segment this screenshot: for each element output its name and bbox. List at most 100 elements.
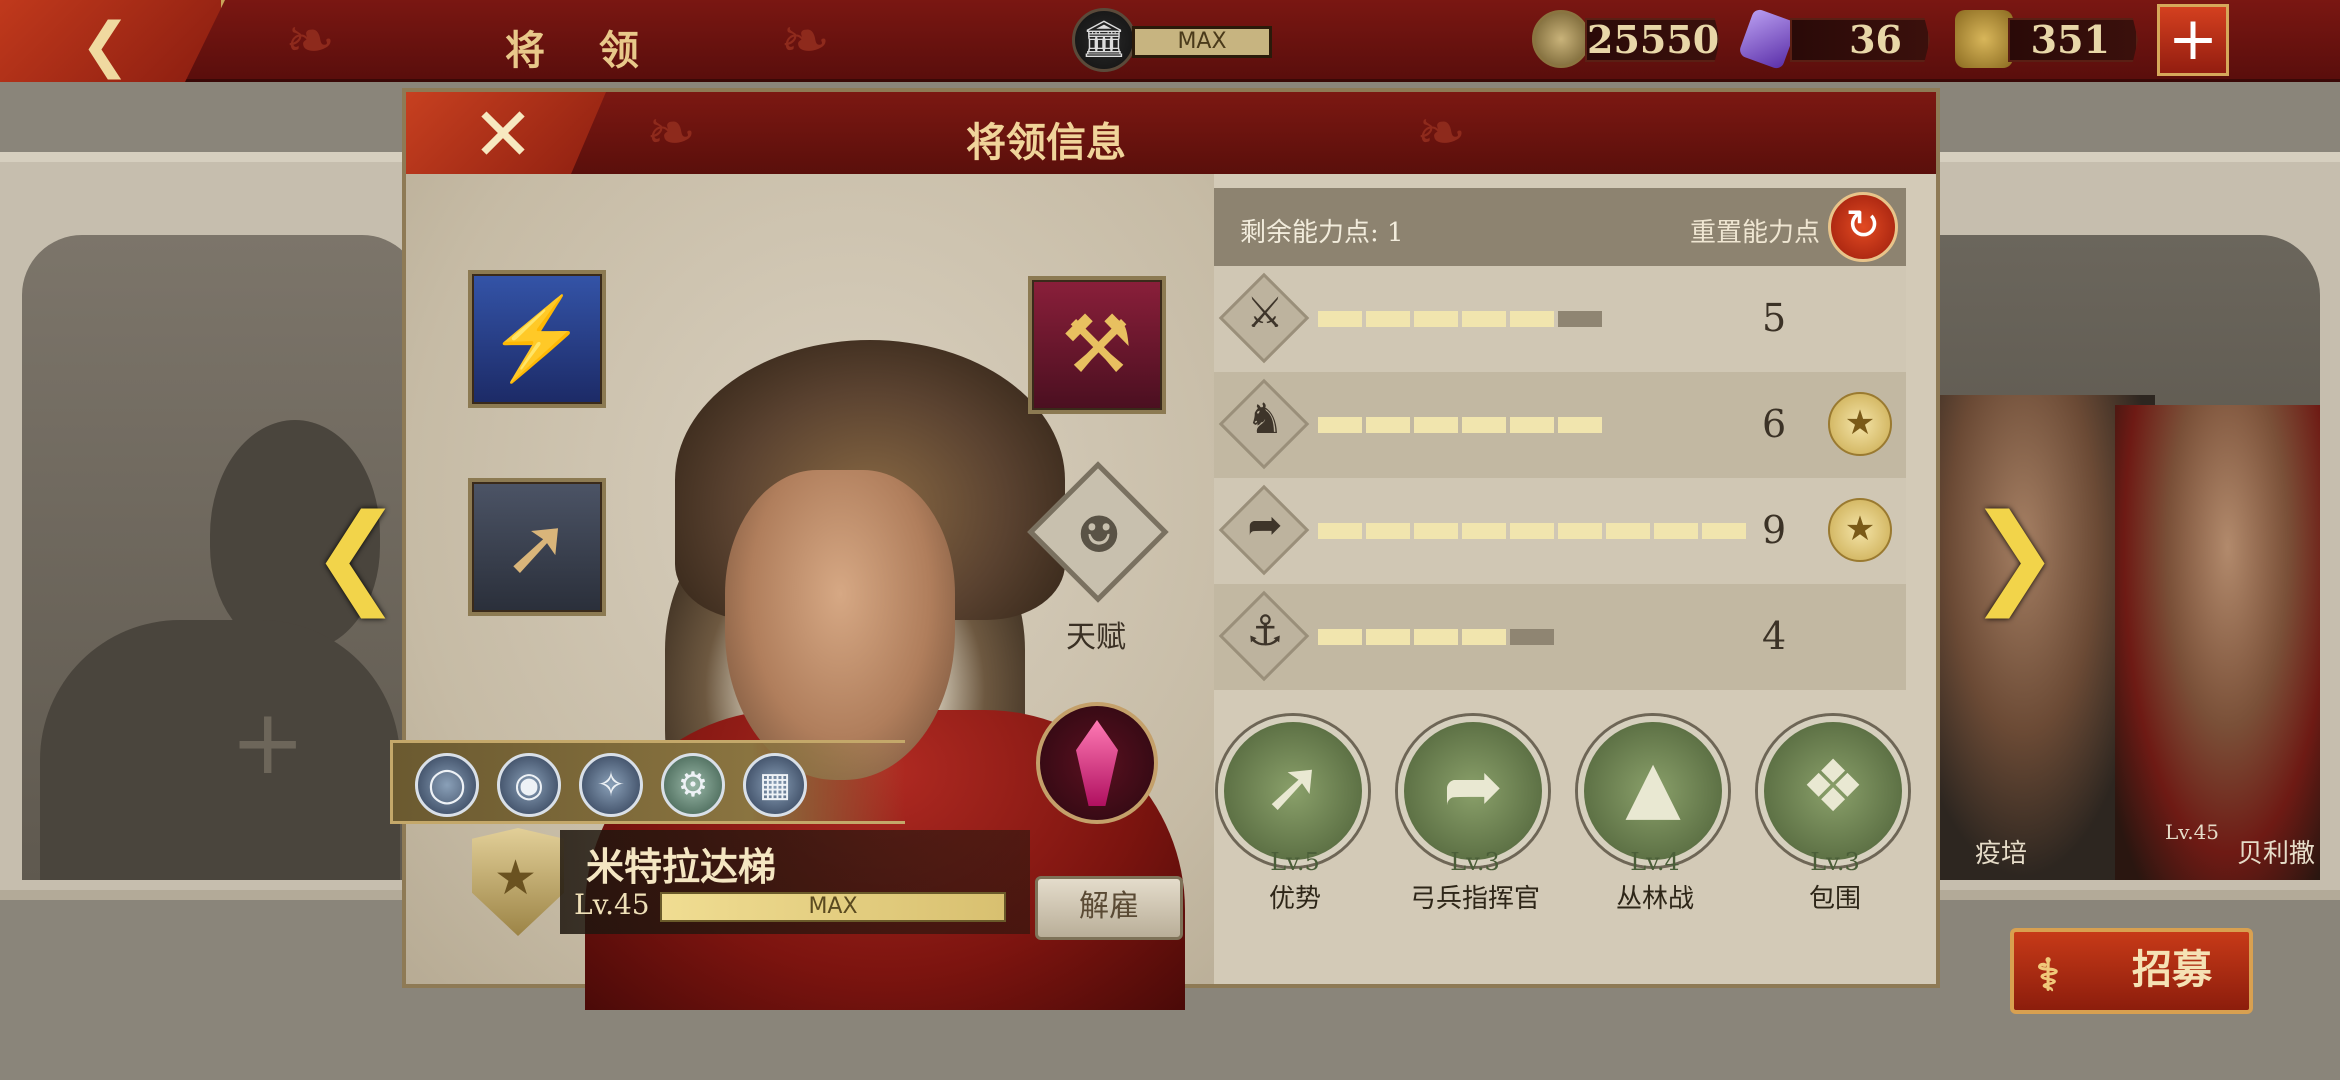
general-name: 疫培 [1975, 839, 2028, 869]
recruit-button[interactable]: ⚕ 招募 [2010, 928, 2253, 1014]
stat-segment-filled [1366, 417, 1410, 433]
gem-slot[interactable] [1036, 702, 1158, 824]
general-silhouette [40, 420, 400, 880]
stat-segment-filled [1318, 629, 1362, 645]
stat-segment-filled [1606, 523, 1650, 539]
laurel-badge-icon: ★ [1828, 392, 1892, 456]
bow-icon: ➦ [1247, 500, 1283, 549]
dialog-title: 将领信息 [966, 119, 1126, 166]
back-button[interactable]: ❮ [0, 0, 225, 82]
stat-segment-filled [1462, 311, 1506, 327]
xp-bar: MAX [660, 892, 1006, 922]
encircle-icon: ❖ [1800, 744, 1866, 828]
laurel-icon: ❧ [285, 6, 336, 76]
add-resource-button[interactable]: + [2157, 4, 2229, 76]
stat-segment-filled [1318, 311, 1362, 327]
stat-segment-filled [1414, 417, 1458, 433]
weapon-slot[interactable]: ➚ [468, 478, 606, 616]
tactic-level: Lv.3 [1810, 848, 1860, 876]
lightning-banner-icon: ⚡ [487, 292, 587, 385]
laurel-icon: ❧ [1416, 98, 1467, 168]
tactic-name: 弓兵指挥官 [1409, 884, 1540, 914]
dismiss-button[interactable]: 解雇 [1035, 876, 1183, 940]
building-level-bar: MAX [1132, 26, 1272, 58]
previous-general-icon[interactable]: ❮ [310, 490, 402, 618]
page-title: 将 领 [505, 27, 659, 74]
shield-skill-icon[interactable]: ◯ [415, 753, 479, 817]
stat-row-cavalry[interactable]: ♞ 6 ★ [1214, 372, 1906, 478]
remaining-points-label: 剩余能力点: 1 [1240, 218, 1404, 248]
stat-segment-filled [1462, 523, 1506, 539]
stat-row-navy[interactable]: ⚓ 4 [1214, 584, 1906, 690]
trees-icon: ▲ [1625, 744, 1681, 828]
stat-segment-filled [1510, 523, 1554, 539]
stat-segment-filled [1366, 629, 1410, 645]
horse-icon: ♞ [1246, 394, 1284, 443]
stat-segment-empty [1510, 629, 1554, 645]
stat-row-infantry[interactable]: ⚔ 5 [1214, 266, 1906, 372]
armor-slot[interactable]: ⚒ [1028, 276, 1166, 414]
stat-value: 9 [1762, 508, 1787, 552]
stat-segment-filled [1462, 417, 1506, 433]
bow-icon: ➦ [1442, 744, 1504, 828]
coin-count: 25550 [1585, 17, 1720, 62]
general-name: 贝利撒 [2237, 839, 2316, 869]
laurel-icon: ❧ [780, 6, 831, 76]
building-icon[interactable]: 🏛 [1072, 8, 1136, 72]
ability-points-header: 剩余能力点: 1 重置能力点 ↻ [1214, 188, 1906, 266]
close-button[interactable]: ✕ [406, 92, 606, 174]
tactic-archer-commander[interactable]: ➦ [1398, 716, 1548, 866]
stat-segment-filled [1558, 417, 1602, 433]
stat-segment-filled [1414, 523, 1458, 539]
helmet-icon: ⚕ [2036, 950, 2060, 1001]
tactic-jungle-warfare[interactable]: ▲ [1578, 716, 1728, 866]
spear-icon: ➚ [503, 500, 571, 593]
skill-strip: ◯ ◉ ✧ ⚙ ▦ [390, 740, 905, 824]
next-general-icon[interactable]: ❯ [1968, 490, 2060, 618]
reset-points-button[interactable]: ↻ [1828, 192, 1898, 262]
honor-count: 351 [2008, 18, 2138, 62]
general-level: Lv.45 [2165, 820, 2220, 844]
helmet-skill-icon[interactable]: ◉ [497, 753, 561, 817]
stat-segment-filled [1510, 417, 1554, 433]
general-level: Lv.45 [574, 888, 650, 921]
stat-segment-filled [1318, 523, 1362, 539]
stat-segment-filled [1558, 523, 1602, 539]
gear-skill-icon[interactable]: ⚙ [661, 753, 725, 817]
laurel-badge-icon: ★ [1828, 498, 1892, 562]
tactic-advantage[interactable]: ➚ [1218, 716, 1368, 866]
tactic-name: 优势 [1268, 884, 1321, 914]
sword-icon: ⚔ [1246, 288, 1284, 337]
tactic-name: 丛林战 [1615, 884, 1694, 914]
general-nameplate: 米特拉达梯 Lv.45 MAX [560, 830, 1030, 934]
compass-skill-icon[interactable]: ✧ [579, 753, 643, 817]
stat-segment-filled [1510, 311, 1554, 327]
gem-icon [1737, 7, 1799, 71]
stat-segment-filled [1654, 523, 1698, 539]
close-icon: ✕ [472, 92, 535, 178]
add-general-icon[interactable]: + [230, 690, 305, 795]
tactic-name: 包围 [1808, 884, 1861, 914]
reset-points-label: 重置能力点 [1690, 218, 1821, 248]
banner-slot[interactable]: ⚡ [468, 270, 606, 408]
laurel-icon: ❧ [646, 98, 697, 168]
crystal-icon [1076, 720, 1118, 806]
general-portrait [2115, 405, 2320, 880]
stat-segment-filled [1702, 523, 1746, 539]
general-name: 米特拉达梯 [586, 844, 777, 889]
stat-row-archery[interactable]: ➦ 9 ★ [1214, 478, 1906, 584]
anchor-icon: ⚓ [1246, 606, 1284, 655]
stat-value: 6 [1762, 402, 1787, 446]
book-skill-icon[interactable]: ▦ [743, 753, 807, 817]
tactic-level: Lv.3 [1450, 848, 1500, 876]
coin-icon [1532, 10, 1590, 68]
stat-segment-empty [1558, 311, 1602, 327]
dialog-header: ✕ ❧ 将领信息 ❧ [406, 92, 1936, 174]
recruit-label: 招募 [2132, 946, 2212, 993]
gem-count: 36 [1790, 18, 1930, 62]
stat-segment-filled [1318, 417, 1362, 433]
axe-icon: ⚒ [1061, 298, 1133, 391]
stat-value: 5 [1762, 296, 1787, 340]
tactic-encircle[interactable]: ❖ [1758, 716, 1908, 866]
talent-label: 天赋 [1066, 620, 1126, 655]
